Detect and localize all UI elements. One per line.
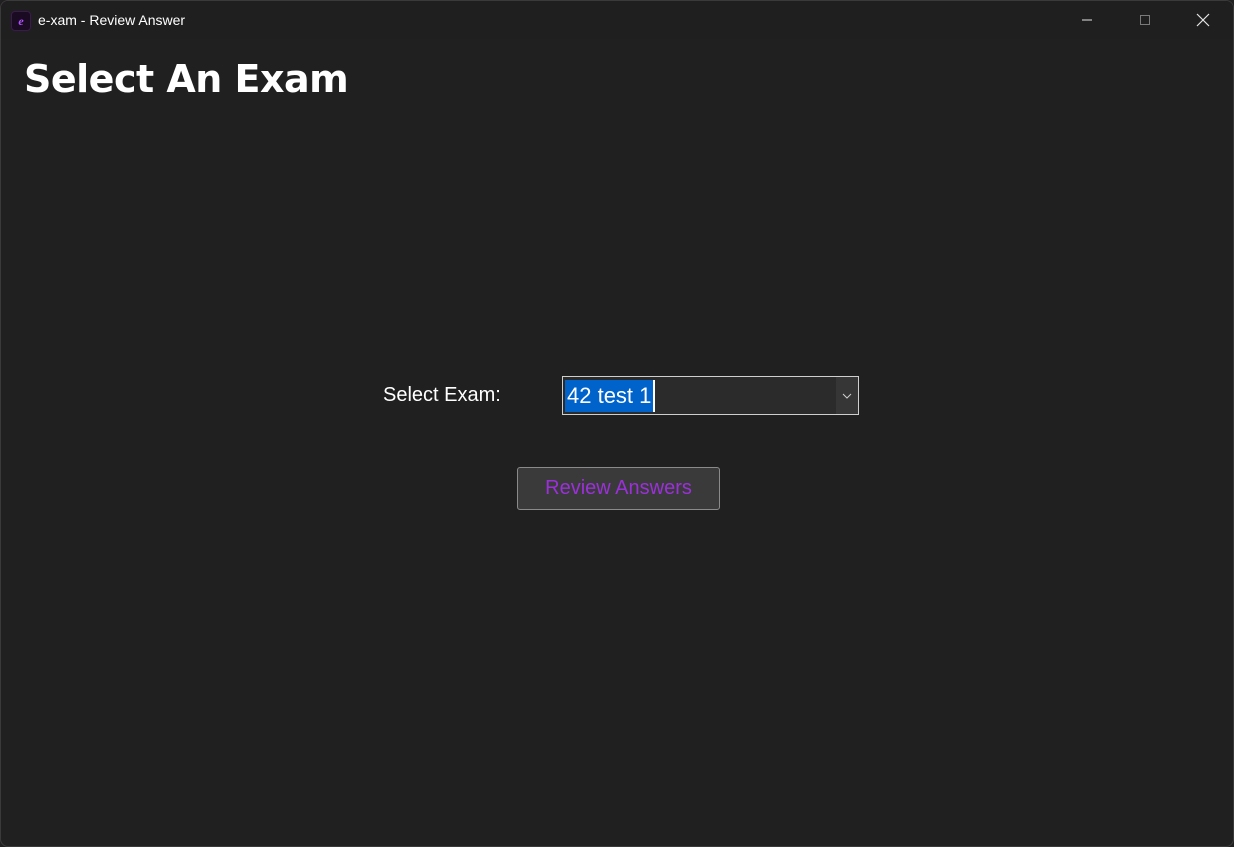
dropdown-toggle[interactable]	[836, 377, 858, 414]
review-answers-button[interactable]: Review Answers	[517, 467, 720, 510]
maximize-icon	[1140, 15, 1150, 25]
app-logo-icon: e	[11, 11, 31, 31]
minimize-button[interactable]	[1058, 1, 1116, 39]
chevron-down-icon	[842, 393, 852, 399]
window-title: e-xam - Review Answer	[38, 12, 186, 28]
app-window: e e-xam - Review Answer Select An Exam S…	[0, 0, 1234, 847]
exam-select-dropdown[interactable]: 42 test 1	[562, 376, 859, 415]
page-title: Select An Exam	[24, 57, 349, 101]
close-button[interactable]	[1174, 1, 1232, 39]
title-bar[interactable]: e e-xam - Review Answer	[1, 1, 1233, 39]
close-icon	[1196, 13, 1210, 27]
select-exam-label: Select Exam:	[383, 384, 501, 406]
app-logo-letter: e	[18, 13, 24, 28]
exam-select-value[interactable]: 42 test 1	[565, 379, 656, 412]
minimize-icon	[1082, 19, 1092, 21]
maximize-button[interactable]	[1116, 1, 1174, 39]
